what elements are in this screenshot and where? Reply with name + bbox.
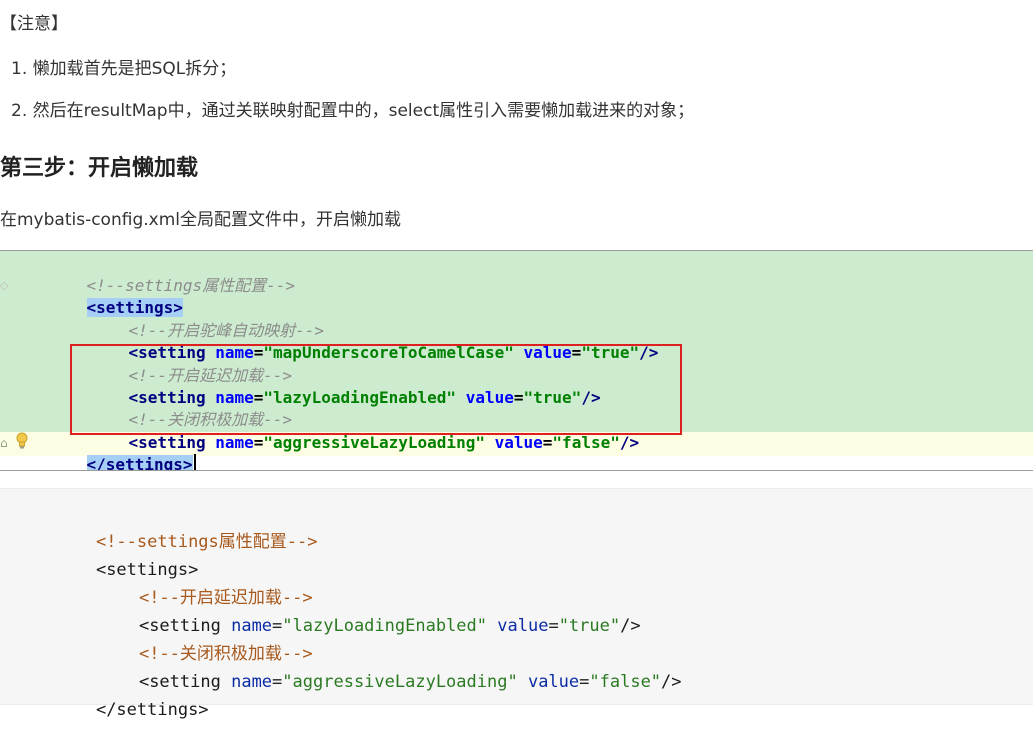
- highlight-box: [70, 344, 682, 435]
- code-line: <!--settings属性配置-->: [95, 532, 318, 552]
- code-line: <setting name="lazyLoadingEnabled" value…: [138, 616, 641, 636]
- code-line: <!--关闭积极加载-->: [138, 644, 313, 664]
- fold-icon: ⌂: [0, 436, 8, 450]
- ide-line: <!--开启驼峰自动映射-->: [128, 321, 324, 340]
- code-line: <setting name="aggressiveLazyLoading" va…: [138, 672, 682, 692]
- list-item: 2. 然后在resultMap中，通过关联映射配置中的，select属性引入需要…: [11, 101, 695, 121]
- intro-text: 在mybatis-config.xml全局配置文件中，开启懒加载: [0, 210, 401, 230]
- ide-line: </settings>: [48, 432, 196, 470]
- code-line: </settings>: [95, 700, 209, 720]
- note-title: 【注意】: [0, 14, 68, 34]
- ide-line: <!--settings属性配置-->: [86, 276, 296, 295]
- fold-marker-icon: ◇: [0, 279, 9, 292]
- code-line: <settings>: [95, 560, 199, 580]
- ide-line: <settings>: [86, 298, 183, 317]
- code-line: <!--开启延迟加载-->: [138, 588, 313, 608]
- text-cursor: [193, 454, 196, 470]
- list-item: 1. 懒加载首先是把SQL拆分；: [11, 59, 237, 79]
- ide-screenshot: ◇ <!--settings属性配置--> <settings> <!--开启驼…: [0, 250, 1033, 471]
- code-block: <!--settings属性配置--> <settings> <!--开启延迟加…: [0, 488, 1033, 720]
- lightbulb-icon: [16, 432, 28, 449]
- section-heading: 第三步：开启懒加载: [0, 156, 199, 181]
- ide-line: <setting name="mapUnderscoreToCamelCase"…: [128, 343, 659, 362]
- steps-list: 1. 懒加载首先是把SQL拆分； 2. 然后在resultMap中，通过关联映射…: [0, 55, 694, 139]
